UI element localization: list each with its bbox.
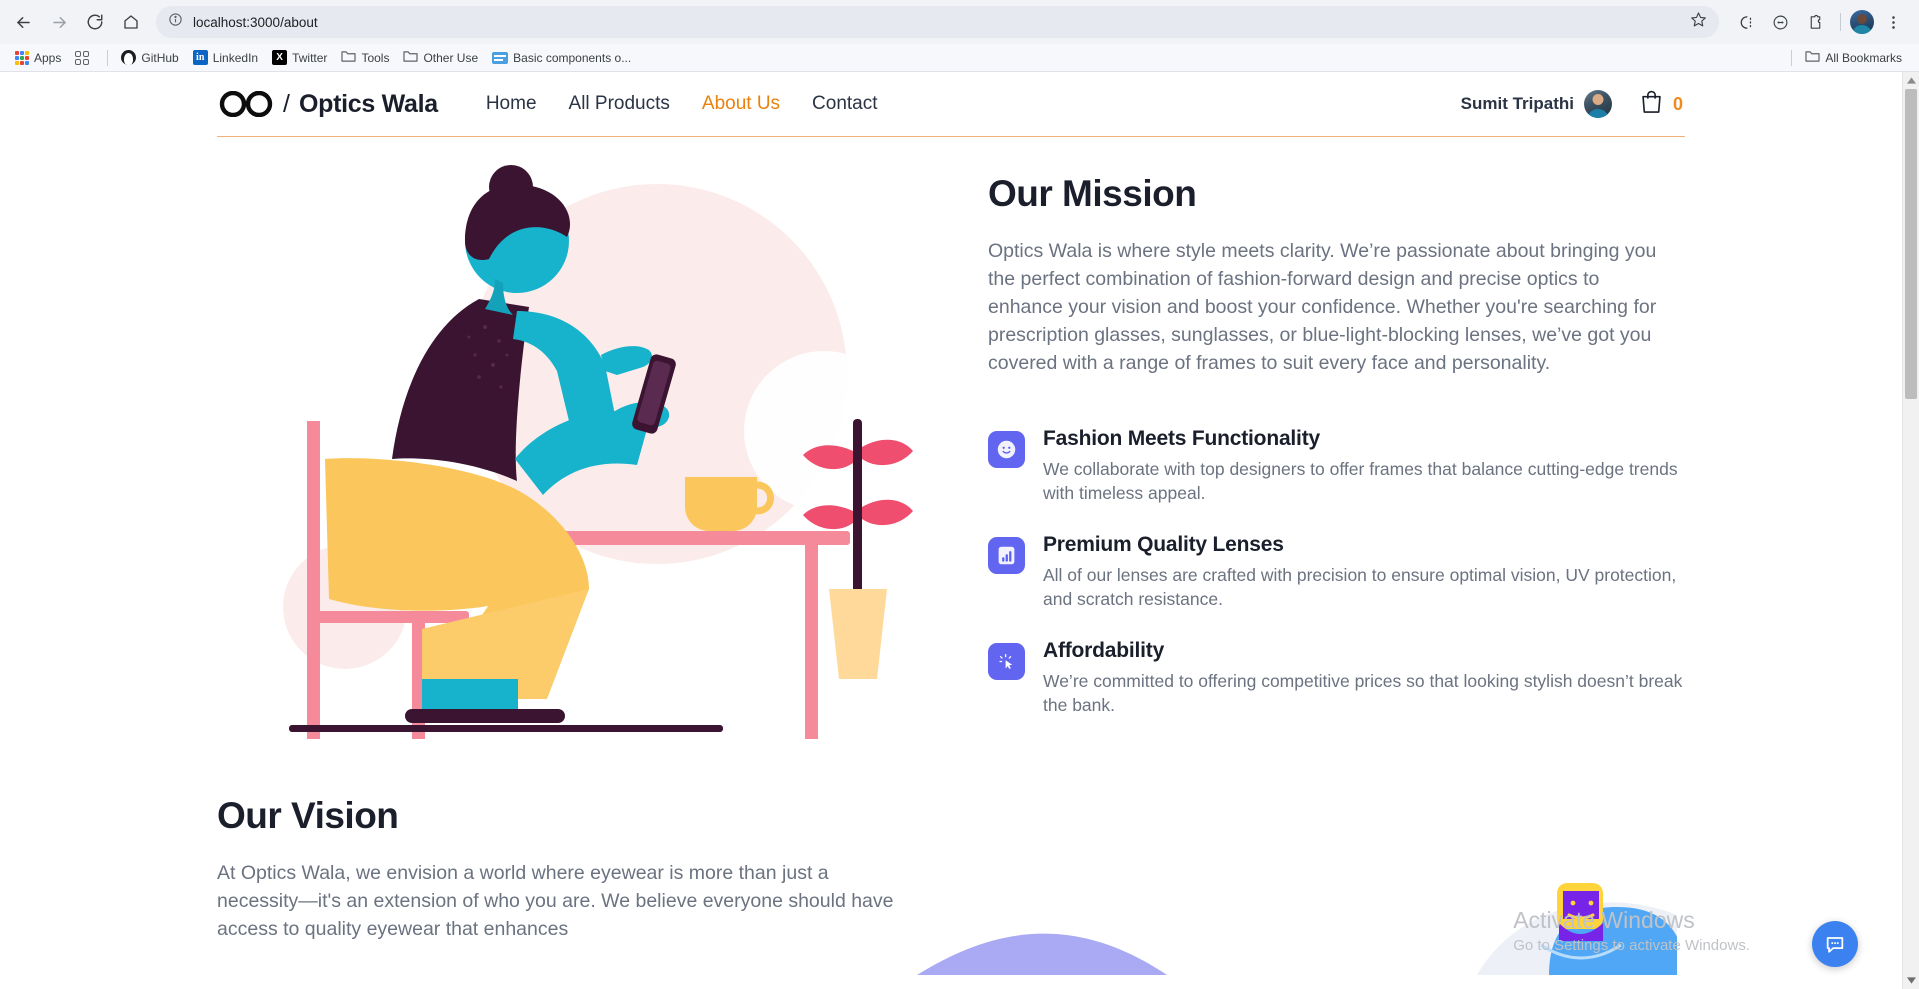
mission-paragraph: Optics Wala is where style meets clarity… (988, 240, 1657, 374)
bookmark-folder-tools[interactable]: Tools (334, 47, 396, 69)
bookmark-apps[interactable]: Apps (8, 48, 68, 68)
bookmark-folder-other-use[interactable]: Other Use (396, 47, 485, 69)
bookmark-label: Twitter (292, 50, 328, 65)
user-menu[interactable]: Sumit Tripathi (1461, 90, 1612, 118)
feature-description: All of our lenses are crafted with preci… (1043, 565, 1677, 609)
nav-item-contact[interactable]: Contact (812, 93, 877, 115)
brand-logo[interactable]: / Optics Wala (219, 90, 438, 119)
cursor-click-sparkle-icon (988, 643, 1025, 680)
reload-button[interactable] (78, 5, 112, 39)
scroll-up-arrow[interactable] (1903, 72, 1919, 89)
vision-heading: Our Vision (217, 795, 399, 836)
site-nav: Home All Products About Us Contact (486, 93, 878, 115)
vision-text: Our Vision At Optics Wala, we envision a… (217, 795, 917, 975)
mission-illustration (217, 159, 952, 739)
cart-button[interactable]: 0 (1640, 89, 1683, 119)
mission-text: Our Mission Optics Wala is where style m… (952, 159, 1685, 739)
person-reading-at-desk-illustration (283, 165, 913, 739)
feature-description: We collaborate with top designers to off… (1043, 459, 1678, 503)
feature-item: Fashion Meets Functionality We collabora… (988, 427, 1685, 505)
apps-grid-icon (15, 50, 29, 65)
page-scrollbar[interactable] (1902, 72, 1919, 989)
extensions-puzzle-icon[interactable] (1799, 6, 1831, 38)
back-button[interactable] (6, 5, 40, 39)
split-view-icon[interactable] (1729, 6, 1761, 38)
mission-section: Our Mission Optics Wala is where style m… (217, 137, 1685, 739)
feature-item: Premium Quality Lenses All of our lenses… (988, 533, 1685, 611)
folder-icon (403, 50, 419, 66)
vision-paragraph: At Optics Wala, we envision a world wher… (217, 862, 894, 940)
web-page: / Optics Wala Home All Products About Us… (0, 72, 1902, 989)
features-list: Fashion Meets Functionality We collabora… (988, 427, 1685, 717)
page-viewport: / Optics Wala Home All Products About Us… (0, 72, 1919, 989)
mission-heading: Our Mission (988, 173, 1197, 214)
chrome-menu-icon[interactable] (1877, 6, 1909, 38)
linkedin-icon: in (192, 50, 208, 65)
cart-count: 0 (1672, 93, 1683, 114)
feature-title: Affordability (1043, 639, 1165, 662)
user-name: Sumit Tripathi (1460, 94, 1574, 113)
toolbar-actions (1729, 6, 1909, 38)
shopping-bag-icon (1640, 89, 1663, 119)
chrome-profile-avatar[interactable] (1850, 10, 1874, 34)
clock-history-icon[interactable] (1764, 6, 1796, 38)
smiley-face-icon (988, 431, 1025, 468)
github-icon (121, 50, 137, 65)
bookmark-linkedin[interactable]: in LinkedIn (186, 47, 265, 68)
bookmark-label: Tools (361, 50, 390, 65)
bookmark-reading-list[interactable] (68, 48, 101, 68)
chat-bubble-icon[interactable] (1812, 921, 1858, 967)
bar-chart-icon (988, 537, 1025, 574)
bookmark-label: GitHub (141, 50, 179, 65)
feature-description: We’re committed to offering competitive … (1043, 671, 1683, 715)
url-text: localhost:3000/about (193, 14, 318, 30)
bookmarks-divider (107, 49, 109, 66)
page-content: Our Mission Optics Wala is where style m… (217, 137, 1685, 975)
scrollbar-track[interactable] (1903, 89, 1919, 972)
folder-icon (1805, 50, 1820, 66)
all-bookmarks-button[interactable]: All Bookmarks (1798, 47, 1909, 69)
vision-section: Our Vision At Optics Wala, we envision a… (217, 795, 1685, 975)
bearded-person-illustration (917, 883, 1677, 975)
header-right: Sumit Tripathi 0 (1461, 89, 1683, 119)
folder-icon (341, 50, 357, 66)
feature-title: Premium Quality Lenses (1043, 533, 1284, 556)
reading-list-icon (75, 50, 90, 65)
feature-title: Fashion Meets Functionality (1043, 427, 1320, 450)
bookmark-label: LinkedIn (212, 50, 259, 65)
bookmark-github[interactable]: GitHub (114, 47, 185, 68)
bookmark-label: Apps (34, 50, 62, 65)
browser-toolbar: localhost:3000/about (0, 0, 1919, 44)
avatar[interactable] (1583, 90, 1612, 118)
brand-separator: / (283, 89, 290, 118)
toolbar-divider (1840, 13, 1841, 31)
forward-button[interactable] (42, 5, 76, 39)
scroll-down-arrow[interactable] (1903, 972, 1919, 989)
scrollbar-thumb[interactable] (1905, 89, 1917, 399)
bookmarks-bar: Apps GitHub in LinkedIn X Twitter Tools (0, 44, 1919, 72)
nav-item-home[interactable]: Home (486, 93, 537, 115)
nav-item-all-products[interactable]: All Products (569, 93, 670, 115)
twitter-x-icon: X (272, 50, 288, 65)
all-bookmarks-label: All Bookmarks (1825, 50, 1902, 65)
nav-item-about-us[interactable]: About Us (702, 93, 780, 115)
brand-name: Optics Wala (298, 89, 438, 118)
glasses-icon (219, 91, 273, 117)
vision-illustration (917, 795, 1685, 975)
bookmark-label: Other Use (423, 50, 479, 65)
address-bar[interactable]: localhost:3000/about (156, 6, 1719, 38)
bookmark-twitter[interactable]: X Twitter (265, 47, 334, 68)
bookmark-star-icon[interactable] (1690, 11, 1707, 33)
home-button[interactable] (114, 5, 148, 39)
site-header: / Optics Wala Home All Products About Us… (217, 72, 1685, 137)
bookmark-label: Basic components o... (513, 50, 632, 65)
feature-item: Affordability We’re committed to offerin… (988, 639, 1685, 717)
site-info-icon[interactable] (168, 12, 183, 32)
bookmarks-divider-right (1791, 49, 1793, 66)
blue-doc-icon (492, 51, 509, 64)
browser-window: localhost:3000/about Apps GitHub in Link… (0, 0, 1919, 989)
bookmark-basic-components[interactable]: Basic components o... (485, 48, 638, 68)
